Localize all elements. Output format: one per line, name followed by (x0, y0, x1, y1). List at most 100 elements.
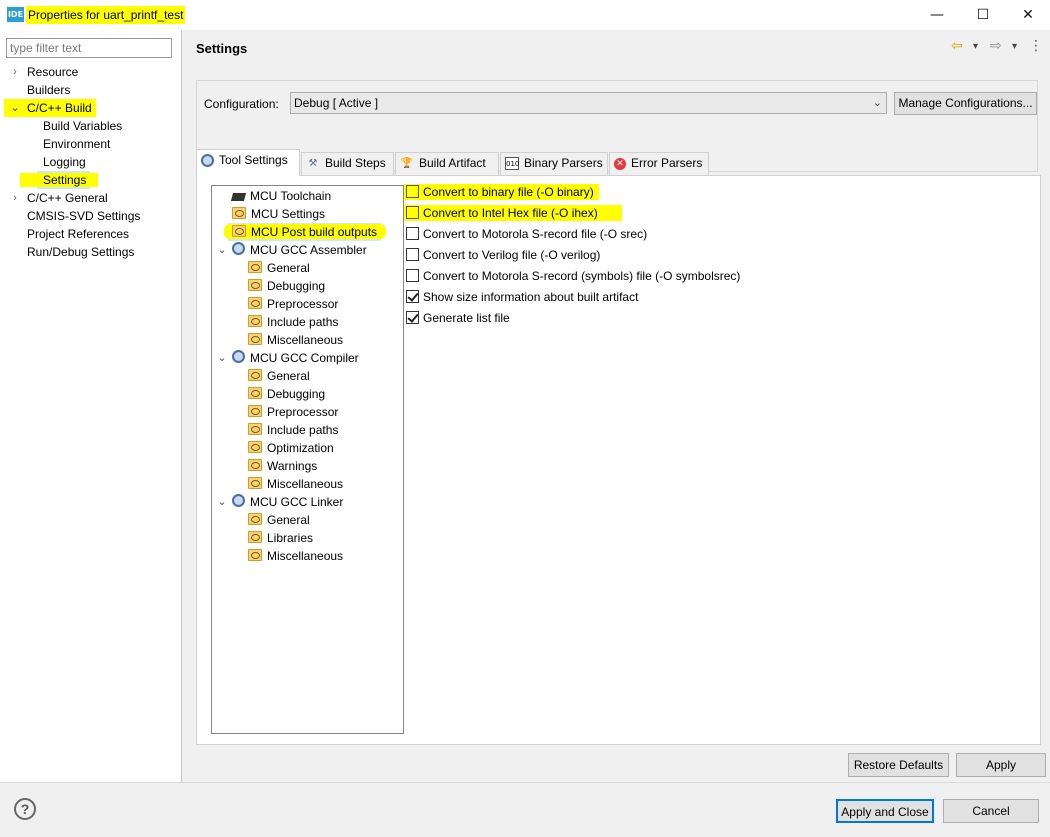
tool-settings-panel: MCU Toolchain MCU Settings MCU Post buil… (196, 175, 1041, 745)
checkbox-checked[interactable] (406, 290, 419, 303)
tree-item-compiler-general[interactable]: General (248, 367, 310, 385)
collapse-arrow-icon[interactable]: ⌄ (216, 241, 228, 259)
close-button[interactable]: ✕ (1005, 0, 1050, 30)
sidebar-item-label: Project References (27, 227, 130, 241)
sidebar-item-build-variables[interactable]: Build Variables (43, 117, 173, 135)
expand-arrow-icon[interactable]: › (9, 189, 21, 207)
option-convert-verilog[interactable]: Convert to Verilog file (-O verilog) (406, 246, 600, 264)
tree-item-linker-libraries[interactable]: Libraries (248, 529, 313, 547)
page-title: Settings (196, 41, 248, 56)
sidebar-item-logging[interactable]: Logging (43, 153, 173, 171)
minimize-button[interactable]: — (914, 0, 960, 30)
back-dropdown-icon[interactable]: ▾ (973, 41, 978, 52)
sidebar-item-cpp-build[interactable]: ⌄ C/C++ Build (4, 99, 96, 117)
checkbox-checked[interactable] (406, 311, 419, 324)
checkbox[interactable] (406, 227, 419, 240)
tree-item-label: Optimization (267, 441, 334, 455)
sidebar-item-run-debug[interactable]: Run/Debug Settings (27, 243, 177, 261)
collapse-arrow-icon[interactable]: ⌄ (9, 99, 21, 117)
option-show-size[interactable]: Show size information about built artifa… (406, 288, 638, 306)
option-convert-binary[interactable]: Convert to binary file (-O binary) (404, 183, 599, 201)
sidebar-item-label: Environment (43, 137, 111, 151)
tree-item-label: MCU Toolchain (250, 189, 332, 203)
manage-configurations-button[interactable]: Manage Configurations... (894, 92, 1037, 115)
tree-item-compiler-warnings[interactable]: Warnings (248, 457, 317, 475)
help-icon[interactable]: ? (14, 798, 36, 820)
tree-item-mcu-toolchain[interactable]: MCU Toolchain (230, 187, 332, 205)
main-panel: Settings ⇦ ▾ ⇨ ▾ ⋮ Configuration: Debug … (183, 30, 1050, 782)
tree-item-mcu-settings[interactable]: MCU Settings (232, 205, 325, 223)
sidebar-item-resource[interactable]: › Resource (9, 63, 169, 81)
sidebar-item-label: Build Variables (43, 119, 123, 133)
forward-dropdown-icon[interactable]: ▾ (1012, 41, 1017, 52)
expand-arrow-icon[interactable]: › (9, 63, 21, 81)
tree-item-compiler-debugging[interactable]: Debugging (248, 385, 325, 403)
tool-settings-icon (201, 154, 214, 168)
tree-item-mcu-post-build-outputs[interactable]: MCU Post build outputs (224, 223, 386, 241)
chip-icon (230, 193, 247, 201)
chevron-down-icon: ⌄ (872, 96, 882, 109)
settings-folder-icon (248, 297, 262, 309)
tree-item-compiler-miscellaneous[interactable]: Miscellaneous (248, 475, 343, 493)
settings-folder-icon (248, 279, 262, 291)
tab-tool-settings[interactable]: Tool Settings (196, 149, 300, 176)
tree-item-assembler-include-paths[interactable]: Include paths (248, 313, 338, 331)
cancel-button[interactable]: Cancel (943, 799, 1039, 823)
tree-item-assembler-miscellaneous[interactable]: Miscellaneous (248, 331, 343, 349)
settings-folder-icon (248, 261, 262, 273)
settings-folder-icon (232, 207, 246, 219)
sidebar-item-cpp-general[interactable]: › C/C++ General (9, 189, 169, 207)
maximize-button[interactable]: ☐ (960, 0, 1006, 30)
restore-defaults-button[interactable]: Restore Defaults (848, 753, 949, 777)
tree-item-linker-miscellaneous[interactable]: Miscellaneous (248, 547, 343, 565)
collapse-arrow-icon[interactable]: ⌄ (216, 349, 228, 367)
sidebar-item-project-references[interactable]: Project References (27, 225, 177, 243)
tree-item-linker-general[interactable]: General (248, 511, 310, 529)
option-convert-srec[interactable]: Convert to Motorola S-record file (-O sr… (406, 225, 647, 243)
tab-build-artifact[interactable]: 🏆 Build Artifact (395, 152, 499, 175)
view-menu-icon[interactable]: ⋮ (1029, 38, 1043, 54)
tree-item-label: Include paths (267, 315, 339, 329)
sidebar-item-builders[interactable]: Builders (9, 81, 169, 99)
sidebar-item-cmsis-svd[interactable]: CMSIS-SVD Settings (27, 207, 177, 225)
collapse-arrow-icon[interactable]: ⌄ (216, 493, 228, 511)
tab-label: Tool Settings (219, 153, 288, 167)
tree-item-assembler-debugging[interactable]: Debugging (248, 277, 325, 295)
tree-item-compiler-optimization[interactable]: Optimization (248, 439, 334, 457)
forward-arrow-icon[interactable]: ⇨ (990, 38, 1002, 54)
checkbox[interactable] (406, 248, 419, 261)
tab-build-steps[interactable]: ⚒ Build Steps (301, 152, 394, 175)
tree-item-label: MCU Post build outputs (251, 225, 378, 239)
sidebar: › Resource Builders ⌄ C/C++ Build Build … (0, 30, 182, 782)
sidebar-item-label: C/C++ General (27, 191, 108, 205)
configuration-select[interactable]: Debug [ Active ] ⌄ (290, 92, 887, 114)
option-convert-symbolsrec[interactable]: Convert to Motorola S-record (symbols) f… (406, 267, 740, 285)
tree-item-compiler-include-paths[interactable]: Include paths (248, 421, 338, 439)
tree-item-assembler-general[interactable]: General (248, 259, 310, 277)
option-label: Convert to Motorola S-record file (-O sr… (423, 227, 648, 241)
sidebar-item-settings[interactable]: Settings (20, 171, 98, 189)
settings-folder-icon (248, 531, 262, 543)
sidebar-item-label: Settings (43, 173, 87, 187)
back-arrow-icon[interactable]: ⇦ (951, 38, 963, 54)
option-convert-intel-hex[interactable]: Convert to Intel Hex file (-O ihex) (404, 204, 622, 222)
tree-item-label: Debugging (267, 279, 326, 293)
configuration-label: Configuration: (204, 97, 279, 111)
tool-settings-tree[interactable]: MCU Toolchain MCU Settings MCU Post buil… (211, 185, 404, 734)
settings-folder-icon (248, 333, 262, 345)
tree-item-assembler-preprocessor[interactable]: Preprocessor (248, 295, 338, 313)
tree-item-compiler-preprocessor[interactable]: Preprocessor (248, 403, 338, 421)
tab-label: Build Artifact (419, 156, 486, 170)
filter-input[interactable] (6, 38, 172, 58)
tab-binary-parsers[interactable]: 010 Binary Parsers (500, 152, 608, 175)
apply-and-close-button[interactable]: Apply and Close (836, 799, 934, 823)
sidebar-item-environment[interactable]: Environment (43, 135, 173, 153)
option-generate-list-file[interactable]: Generate list file (406, 309, 510, 327)
apply-button[interactable]: Apply (956, 753, 1046, 777)
tree-item-label: MCU GCC Assembler (250, 243, 367, 257)
checkbox[interactable] (406, 269, 419, 282)
tree-item-label: Miscellaneous (267, 477, 344, 491)
checkbox[interactable] (406, 185, 419, 198)
checkbox[interactable] (406, 206, 419, 219)
tab-error-parsers[interactable]: ✕ Error Parsers (609, 152, 709, 175)
